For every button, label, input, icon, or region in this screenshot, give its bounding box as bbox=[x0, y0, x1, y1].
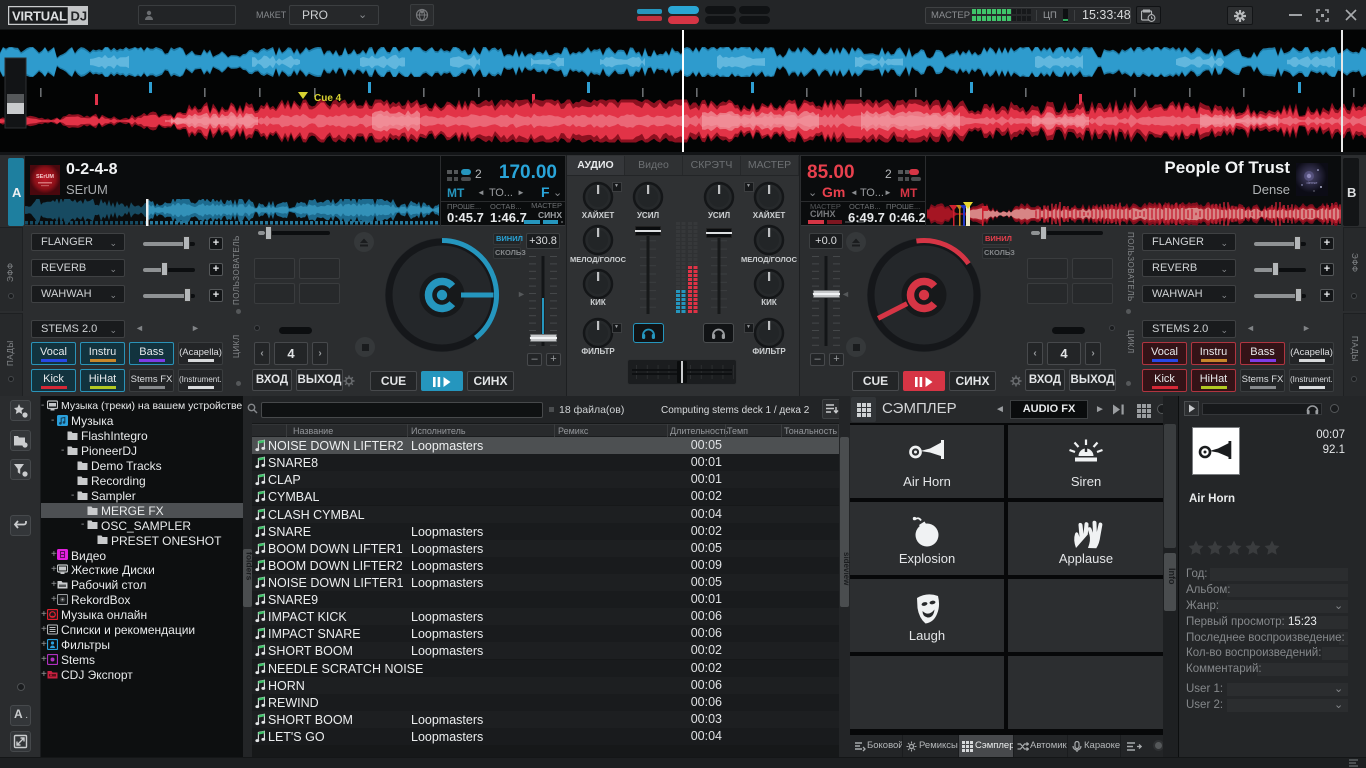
svg-text:dense: dense bbox=[1307, 180, 1319, 185]
svg-text:DJ: DJ bbox=[71, 9, 88, 24]
svg-text:Cue 4: Cue 4 bbox=[314, 93, 342, 104]
svg-text:SErUM: SErUM bbox=[36, 174, 54, 180]
svg-text:VIRTUAL: VIRTUAL bbox=[12, 9, 67, 24]
